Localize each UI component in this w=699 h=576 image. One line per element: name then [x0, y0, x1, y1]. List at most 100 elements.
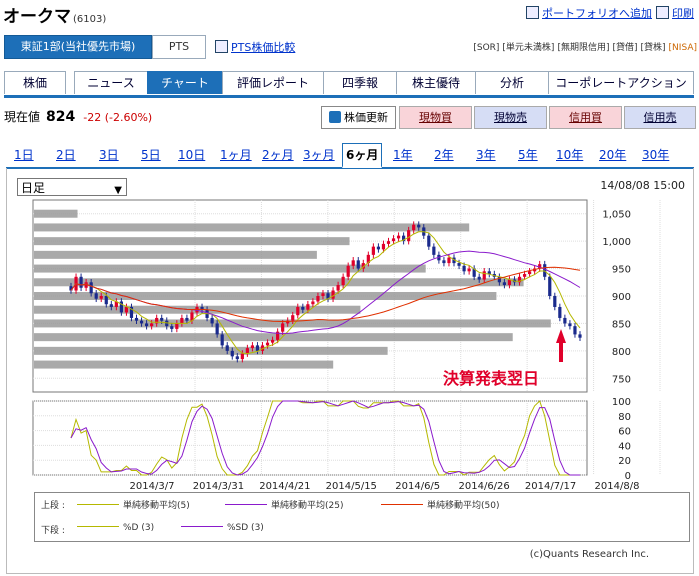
legend-ma25-label: 単純移動平均(25) [271, 501, 344, 511]
legend-ma5: 単純移動平均(5) [77, 498, 190, 511]
x-tick-label: 2014/3/7 [130, 481, 175, 492]
candle-body [396, 235, 401, 239]
candle-body [270, 339, 275, 343]
candle-body [124, 306, 129, 313]
candle-body [442, 260, 446, 264]
candle-body [230, 350, 234, 357]
candle-body [250, 345, 255, 349]
candle-body [240, 353, 244, 360]
candle-body [502, 282, 507, 286]
candle-body [543, 264, 547, 277]
legend-ma50-swatch [381, 504, 423, 505]
candle-body [336, 285, 340, 291]
candle-body [245, 348, 249, 354]
candle-body [412, 224, 416, 231]
candle-body [578, 334, 582, 338]
candle-body [235, 356, 239, 360]
candle-body [482, 271, 486, 280]
candle-body [427, 235, 431, 247]
candle-body [462, 265, 466, 272]
candle-body [265, 342, 270, 346]
x-tick-label: 2014/5/15 [326, 481, 377, 492]
y-tick-label: 900 [612, 292, 631, 303]
candle-body [341, 276, 345, 286]
candle-body [306, 304, 310, 310]
osc-tick-label: 100 [612, 397, 631, 408]
candle-body [94, 293, 98, 299]
candle-body [386, 241, 391, 244]
volume-profile-bar [34, 237, 350, 246]
earnings-annotation: 決算発表翌日 [443, 369, 539, 388]
candle-body [407, 230, 411, 242]
y-tick-label: 950 [612, 265, 631, 276]
legend-psd: %SD (3) [181, 523, 264, 533]
candle-body [522, 274, 527, 277]
legend-lower-label: 下段 : [41, 526, 65, 536]
x-tick-label: 2014/8/8 [595, 481, 640, 492]
legend-psd-label: %SD (3) [227, 523, 264, 533]
legend-ma25-swatch [225, 504, 267, 505]
candle-body [104, 296, 108, 305]
x-tick-label: 2014/6/5 [395, 481, 440, 492]
candle-body [210, 317, 214, 324]
candle-body [467, 268, 471, 272]
candle-body [311, 301, 315, 305]
candle-body [573, 326, 577, 335]
stock-chart: 1,050 1,000 950 900 850 800 750 決算発表翌日 100 80 60 40… [32, 199, 661, 492]
candle-body [291, 315, 295, 321]
candle-body [225, 345, 229, 351]
legend-psd-swatch [181, 526, 223, 527]
candle-body [160, 317, 164, 321]
candle-body [215, 323, 219, 335]
y-tick-label: 1,050 [602, 210, 631, 221]
osc-tick-label: 80 [618, 412, 631, 423]
copyright: (c)Quants Research Inc. [529, 549, 649, 560]
volume-profile-bar [34, 223, 470, 232]
osc-tick-label: 60 [618, 427, 631, 438]
legend-ma50-label: 単純移動平均(50) [427, 501, 500, 511]
osc-tick-label: 40 [618, 441, 631, 452]
candle-body [296, 306, 300, 316]
legend-ma50: 単純移動平均(50) [381, 498, 499, 511]
x-tick-label: 2014/7/17 [525, 481, 576, 492]
volume-profile-bar [34, 264, 426, 273]
candle-body [331, 290, 335, 299]
candle-body [356, 260, 360, 269]
candle-body [381, 243, 386, 250]
candle-body [321, 293, 325, 296]
candle-body [391, 238, 396, 242]
candle-body [301, 306, 305, 310]
candle-body [558, 306, 562, 318]
candle-body [134, 317, 139, 321]
x-tick-label: 2014/6/26 [459, 481, 510, 492]
legend-pd: %D (3) [77, 523, 154, 533]
candle-body [170, 326, 174, 329]
candle-body [150, 323, 154, 327]
candle-body [346, 265, 350, 277]
y-tick-label: 750 [612, 374, 631, 385]
legend-pd-label: %D (3) [123, 523, 155, 533]
candle-body [89, 282, 93, 294]
legend-ma5-label: 単純移動平均(5) [123, 501, 190, 511]
candle-body [220, 334, 224, 346]
x-tick-label: 2014/3/31 [193, 481, 244, 492]
candle-body [371, 246, 375, 255]
candle-body [139, 320, 144, 324]
volume-profile-bar [34, 360, 334, 369]
candle-body [180, 317, 184, 324]
candle-body [447, 257, 451, 264]
legend-upper-label: 上段 : [41, 501, 65, 511]
y-tick-label: 800 [612, 347, 631, 358]
candle-body [568, 323, 572, 327]
volume-profile-bar [34, 346, 388, 355]
y-tick-label: 1,000 [602, 237, 631, 248]
volume-profile-bar [34, 278, 524, 287]
legend-pd-swatch [77, 526, 119, 527]
candle-body [432, 246, 436, 255]
volume-profile-bar [34, 209, 78, 218]
candle-body [563, 317, 567, 324]
candle-body [79, 276, 83, 288]
osc-tick-label: 20 [618, 456, 631, 467]
y-tick-label: 850 [612, 319, 631, 330]
candle-body [457, 263, 461, 266]
